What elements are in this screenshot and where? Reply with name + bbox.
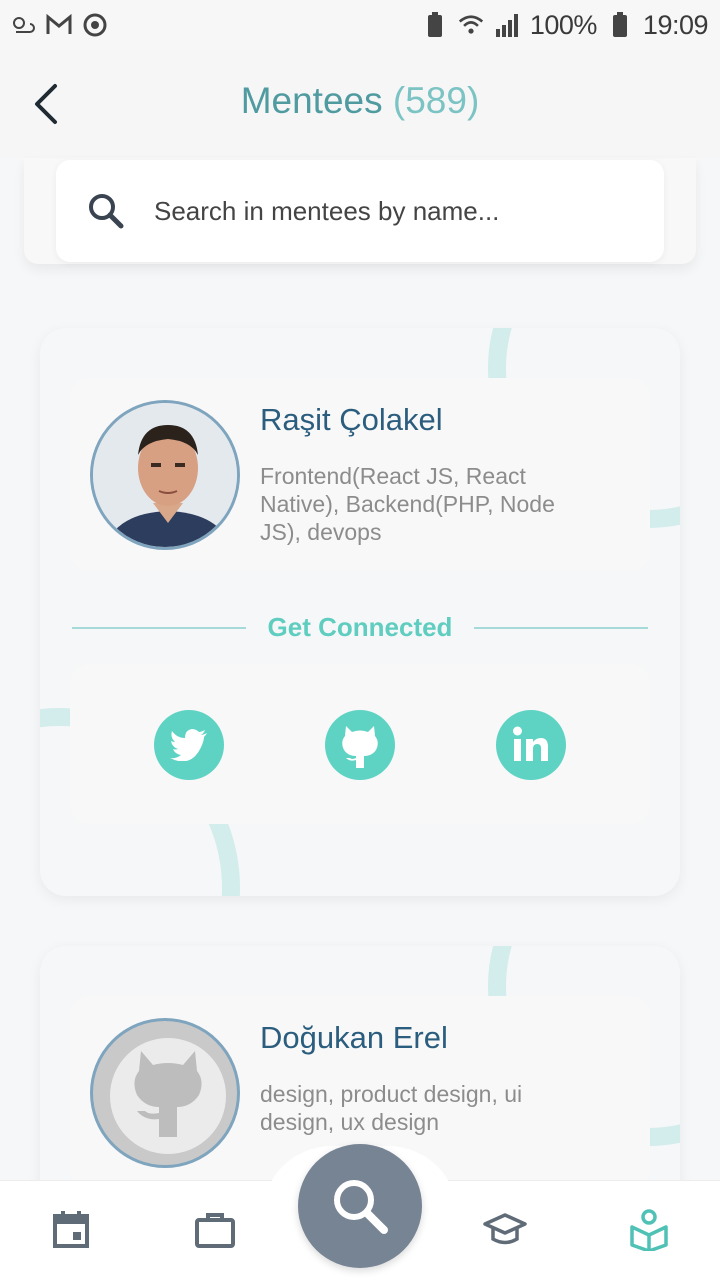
search-container [24,158,696,264]
nav-mentees[interactable] [624,1205,674,1255]
status-left-icons [10,12,108,38]
page-title-text: Mentees [240,80,383,121]
mentee-skills: Frontend(React JS, React Native), Backen… [260,463,555,545]
mentee-skills: design, product design, ui design, ux de… [260,1081,523,1135]
github-placeholder-icon [110,1038,226,1154]
linkedin-icon [513,726,548,761]
signal-icon [494,12,520,38]
search-input[interactable] [154,195,574,227]
battery-saver-icon [422,12,448,38]
mentee-name: Raşit Çolakel [260,402,443,437]
nav-opportunities[interactable] [190,1205,240,1255]
social-links [70,664,650,824]
mentee-count: (589) [392,80,480,121]
weather-icon [10,12,36,38]
avatar [90,400,240,550]
mentee-card[interactable]: Raşit Çolakel Frontend(React JS, React N… [40,328,680,896]
get-connected-divider: Get Connected [72,610,648,646]
calendar-icon [53,1211,89,1248]
clock: 19:09 [642,9,709,40]
divider-line-right [474,627,648,629]
page-title: Mentees (589) [0,80,720,122]
sync-icon [82,12,108,38]
avatar [90,1018,240,1168]
battery-icon [607,12,633,38]
twitter-icon [170,729,207,761]
github-icon [342,726,378,768]
battery-percent: 100% [529,9,598,40]
mentee-name: Doğukan Erel [260,1020,448,1055]
twitter-button[interactable] [154,710,224,780]
search-icon [89,194,124,229]
linkedin-button[interactable] [496,710,566,780]
app-header: Mentees (589) [0,50,720,158]
wifi-icon [458,12,484,38]
status-bar: 100% 19:09 [0,0,720,50]
briefcase-icon [195,1213,235,1248]
search-fab-button[interactable] [298,1144,422,1268]
graduation-cap-icon [483,1213,527,1245]
nav-calendar[interactable] [46,1205,96,1255]
search-icon [334,1180,388,1234]
search-box[interactable] [56,160,664,262]
nav-education[interactable] [480,1205,530,1255]
mentee-profile[interactable]: Raşit Çolakel Frontend(React JS, React N… [70,378,650,570]
mentee-reading-icon [630,1209,668,1251]
gmail-icon [46,12,72,38]
status-right-icons: 100% 19:09 [422,9,709,41]
github-button[interactable] [325,710,395,780]
